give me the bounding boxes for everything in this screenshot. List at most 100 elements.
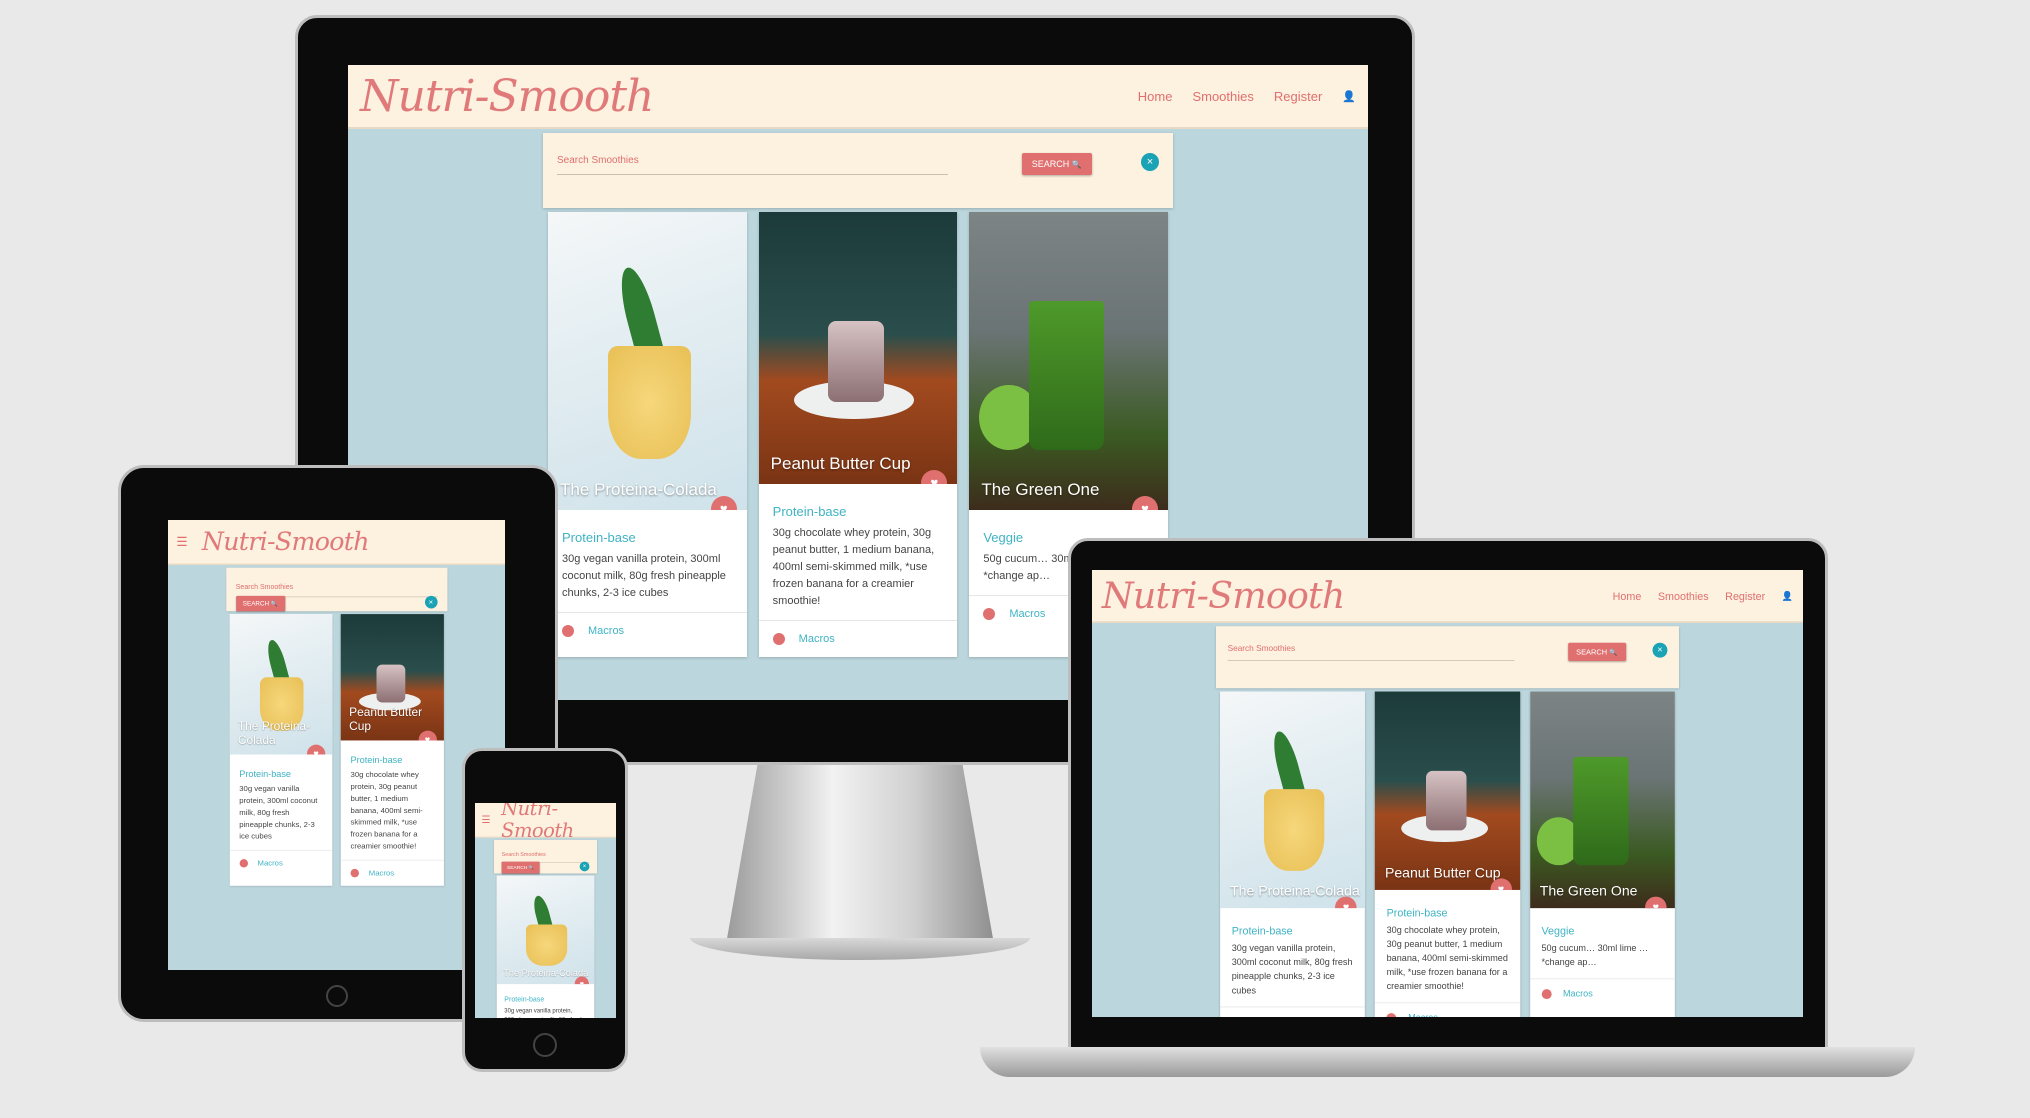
smoothie-category: Protein-base [350,754,403,766]
smoothie-card[interactable]: Peanut Butter Cup ♥ Protein-base 30g chocol… [1375,691,1520,1017]
smoothie-card[interactable]: Peanut Butter Cup ♥ Protein-base 30g chocol… [340,614,444,886]
smoothie-card[interactable]: The Green One ♥ Veggie 50g cucum… 30ml lime… [1529,691,1675,1017]
smoothie-card[interactable]: The Proteina-Colada ♥ Protein-base 30g vega… [496,875,595,1018]
search-icon: 🔍 [1071,160,1082,169]
nav-smoothies[interactable]: Smoothies [1658,589,1709,601]
site-header: ☰ Nutri-Smooth [168,520,505,565]
favorite-heart-icon[interactable]: ♥ [1132,496,1159,510]
smoothie-ingredients: 30g vegan vanilla protein, 300ml coconut… [562,553,726,599]
search-button[interactable]: SEARCH 🔍 [1021,153,1092,175]
menu-icon[interactable]: ☰ [482,814,491,825]
macros-label: Macros [1562,989,1593,1000]
smoothie-card[interactable]: The Proteina-Colada ♥ Protein-base 30g vega… [229,614,333,886]
search-box: Search Smoothies SEARCH 🔍 × [493,839,598,874]
phone-home-button[interactable] [533,1033,557,1057]
search-button[interactable]: SEARCH 🔍 [235,595,285,612]
search-button[interactable]: SEARCH 🔍 [501,861,540,874]
site-logo[interactable]: Nutri-Smooth [202,527,370,556]
pie-chart-icon [239,859,248,868]
smoothie-cards: The Proteina-Colada ♥ Protein-base 30g vega… [1220,691,1675,1017]
smoothie-image: Peanut Butter Cup ♥ [340,614,444,741]
smoothie-title: Peanut Butter Cup [1384,865,1501,881]
site-logo[interactable]: Nutri-Smooth [360,71,654,122]
search-button-label: SEARCH [1031,159,1070,169]
smoothie-image: Peanut Butter Cup ♥ [758,212,958,484]
smoothie-category: Protein-base [504,994,545,1004]
smoothie-ingredients: 30g chocolate whey protein, 30g peanut b… [350,770,423,851]
smoothie-card[interactable]: The Proteina-Colada ♥ Protein-base 30g vega… [548,212,747,657]
smoothie-card[interactable]: The Proteina-Colada ♥ Protein-base 30g vega… [1220,691,1366,1017]
macros-label: Macros [1408,1013,1438,1017]
favorite-heart-icon[interactable]: ♥ [1490,878,1512,890]
site-logo[interactable]: Nutri-Smooth [501,803,609,842]
nav-smoothies[interactable]: Smoothies [1192,89,1253,104]
monitor-foot [690,938,1030,960]
site-logo[interactable]: Nutri-Smooth [1102,575,1345,617]
nav-register[interactable]: Register [1725,589,1765,601]
search-icon: 🔍 [528,865,535,871]
nav-home[interactable]: Home [1138,89,1173,104]
favorite-heart-icon[interactable]: ♥ [921,470,948,484]
favorite-heart-icon[interactable]: ♥ [418,730,437,741]
search-input[interactable]: Search Smoothies [1227,644,1515,661]
macros-label: Macros [1009,608,1046,620]
macros-row[interactable]: Macros [548,612,747,649]
tablet-home-button[interactable] [326,985,348,1007]
macros-row[interactable]: Macros [340,859,444,886]
clear-search-button[interactable]: × [1652,642,1668,658]
main-nav: Home Smoothies Register 👤 [1138,89,1356,104]
smoothie-title: The Green One [1539,883,1638,900]
search-input[interactable]: Search Smoothies [557,155,948,175]
clear-search-button[interactable]: × [579,861,590,872]
smoothie-category: Protein-base [562,530,636,545]
pie-chart-icon [350,868,359,878]
smoothie-cards: The Proteina-Colada ♥ Protein-base 30g vega… [496,875,595,1018]
smoothie-image: The Proteina-Colada ♥ [496,875,595,985]
smoothie-image: The Proteina-Colada ♥ [229,614,333,755]
clear-search-button[interactable]: × [424,595,438,609]
main-nav: Home Smoothies Register 👤 [1613,589,1793,601]
user-icon[interactable]: 👤 [1342,90,1356,103]
macros-row[interactable]: Macros [1220,1006,1366,1017]
macros-label: Macros [798,633,835,645]
smoothie-ingredients: 50g cucum… 30ml lime … *change ap… [1541,943,1649,968]
nav-home[interactable]: Home [1613,589,1642,601]
smoothie-image: The Green One ♥ [969,212,1169,510]
smoothie-image: Peanut Butter Cup ♥ [1375,691,1520,890]
favorite-heart-icon[interactable]: ♥ [574,976,589,985]
pie-chart-icon [562,625,574,637]
smoothie-title: The Proteina-Colada [560,480,717,499]
smoothie-title: The Proteina-Colada [237,719,311,747]
search-button-label: SEARCH [1576,647,1608,656]
smoothie-category: Protein-base [239,768,292,780]
smoothie-card[interactable]: Peanut Butter Cup ♥ Protein-base 30g chocol… [758,212,958,657]
smoothie-ingredients: 30g chocolate whey protein, 30g peanut b… [1386,925,1508,992]
user-icon[interactable]: 👤 [1782,590,1793,601]
macros-row[interactable]: Macros [758,620,958,657]
pie-chart-icon [1386,1013,1397,1017]
laptop-screen: Nutri-Smooth Home Smoothies Register 👤 Search… [1092,570,1803,1017]
website: ☰ Nutri-Smooth Search Smoothies SEARCH 🔍 × Th… [168,520,505,970]
macros-label: Macros [368,868,395,878]
website: Nutri-Smooth Home Smoothies Register 👤 Search… [1092,570,1803,1017]
smoothie-title: Peanut Butter Cup [349,705,423,733]
laptop-base [980,1047,1915,1077]
smoothie-cards: The Proteina-Colada ♥ Protein-base 30g vega… [229,614,444,886]
favorite-heart-icon[interactable]: ♥ [1645,896,1667,909]
menu-icon[interactable]: ☰ [176,534,187,549]
macros-row[interactable]: Macros [1529,978,1675,1009]
clear-search-button[interactable]: × [1141,153,1159,171]
search-button[interactable]: SEARCH 🔍 [1567,642,1626,661]
phone-screen: ☰ Nutri-Smooth Search Smoothies SEARCH 🔍 × Th… [475,803,616,1018]
smoothie-image: The Green One ♥ [1529,691,1675,909]
macros-row[interactable]: Macros [229,849,333,876]
search-button-label: SEARCH [506,864,528,871]
smoothie-category: Veggie [1541,924,1575,938]
smoothie-title: Peanut Butter Cup [770,454,911,473]
macros-row[interactable]: Macros [1375,1002,1520,1017]
site-header: Nutri-Smooth Home Smoothies Register 👤 [348,65,1368,129]
monitor-stand [725,765,995,950]
website: ☰ Nutri-Smooth Search Smoothies SEARCH 🔍 × Th… [475,803,616,1018]
pie-chart-icon [772,633,785,645]
nav-register[interactable]: Register [1274,89,1322,104]
